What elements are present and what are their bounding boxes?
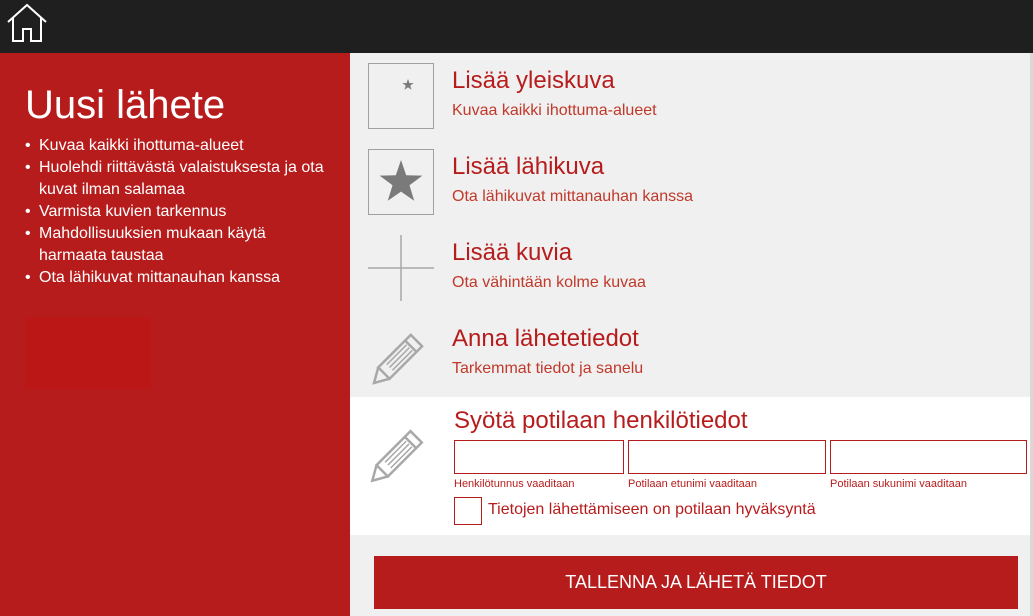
top-bar <box>0 0 1033 53</box>
add-overview-photo-button[interactable]: Lisää yleiskuva Kuvaa kaikki ihottuma-al… <box>350 53 1030 139</box>
home-icon <box>7 3 47 42</box>
referral-details-button[interactable]: Anna lähetetiedot Tarkemmat tiedot ja sa… <box>350 311 1030 397</box>
add-photos-title: Lisää kuvia <box>452 239 573 266</box>
add-closeup-photo-subtitle: Ota lähikuvat mittanauhan kanssa <box>452 188 694 205</box>
small-star-icon <box>368 63 434 129</box>
consent-checkbox[interactable] <box>454 497 482 525</box>
plus-icon <box>368 235 434 301</box>
last-name-field-label: Potilaan sukunimi vaaditaan <box>830 478 967 490</box>
add-closeup-photo-button[interactable]: Lisää lähikuva Ota lähikuvat mittanauhan… <box>350 139 1030 225</box>
sidebar-placeholder-box <box>25 317 151 389</box>
first-name-field[interactable] <box>628 440 826 474</box>
referral-details-subtitle: Tarkemmat tiedot ja sanelu <box>452 360 644 377</box>
tip-item: Varmista kuvien tarkennus <box>25 201 335 223</box>
add-overview-photo-subtitle: Kuvaa kaikki ihottuma-alueet <box>452 102 657 119</box>
pencil-icon <box>368 321 434 387</box>
home-button[interactable] <box>4 2 50 44</box>
add-overview-photo-title: Lisää yleiskuva <box>452 67 615 94</box>
add-closeup-photo-title: Lisää lähikuva <box>452 153 605 180</box>
tip-item: Kuvaa kaikki ihottuma-alueet <box>25 135 335 157</box>
main-panel: Lisää yleiskuva Kuvaa kaikki ihottuma-al… <box>350 53 1033 616</box>
last-name-field[interactable] <box>830 440 1027 474</box>
ssn-field[interactable] <box>454 440 624 474</box>
add-photos-button[interactable]: Lisää kuvia Ota vähintään kolme kuvaa <box>350 225 1030 311</box>
ssn-field-label: Henkilötunnus vaaditaan <box>454 478 575 490</box>
referral-details-title: Anna lähetetiedot <box>452 325 639 352</box>
sidebar: Uusi lähete Kuvaa kaikki ihottuma-alueet… <box>0 53 350 616</box>
large-star-icon <box>368 149 434 215</box>
page-title: Uusi lähete <box>25 83 226 127</box>
patient-details-section: Syötä potilaan henkilötiedot Henkilötunn… <box>350 397 1033 535</box>
patient-details-title: Syötä potilaan henkilötiedot <box>454 407 748 434</box>
tip-item: Mahdollisuuksien mukaan käytä harmaata t… <box>25 223 335 267</box>
pencil-icon <box>364 415 440 487</box>
consent-label: Tietojen lähettämiseen on potilaan hyväk… <box>488 501 816 518</box>
add-photos-subtitle: Ota vähintään kolme kuvaa <box>452 274 646 291</box>
tip-item: Ota lähikuvat mittanauhan kanssa <box>25 267 335 289</box>
tip-item: Huolehdi riittävästä valaistuksesta ja o… <box>25 157 335 201</box>
first-name-field-label: Potilaan etunimi vaaditaan <box>628 478 758 490</box>
tips-list: Kuvaa kaikki ihottuma-alueet Huolehdi ri… <box>25 135 335 289</box>
save-and-send-button[interactable]: TALLENNA JA LÄHETÄ TIEDOT <box>374 556 1018 609</box>
